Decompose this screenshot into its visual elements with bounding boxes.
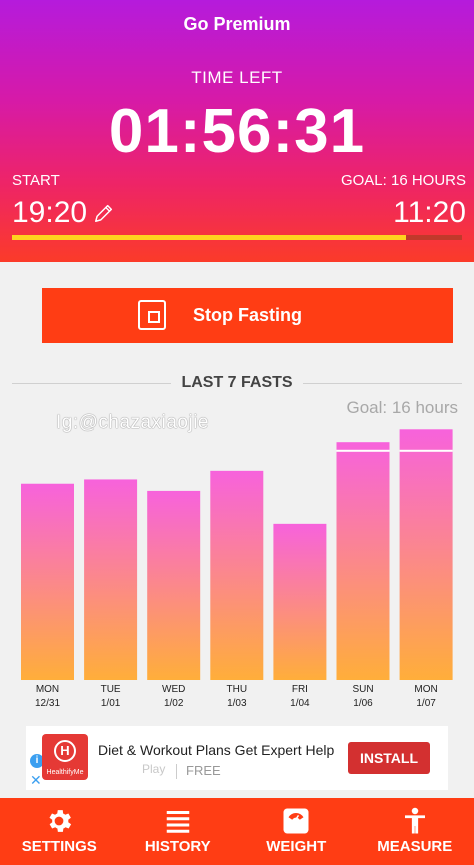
start-label: START — [12, 172, 60, 189]
last-fasts-header: LAST 7 FASTS — [12, 372, 462, 394]
start-time[interactable]: 19:20 — [12, 196, 115, 230]
install-button[interactable]: INSTALL — [348, 742, 430, 774]
start-time-value: 19:20 — [12, 196, 88, 229]
bar-day-label-4: FRI — [292, 684, 308, 695]
time-left-label: TIME LEFT — [191, 68, 283, 87]
nav-measure[interactable]: MEASURE — [356, 798, 474, 865]
bar-date-label-4: 1/04 — [290, 698, 310, 709]
fast-progress-bar — [12, 235, 462, 240]
bar-day-label-5: SUN — [352, 684, 373, 695]
logo-text: HealthifyMe — [46, 769, 84, 776]
nav-weight[interactable]: WEIGHT — [237, 798, 356, 865]
ad-separator — [176, 764, 177, 779]
watermark-text: Ig:@chazaxiaojie — [56, 412, 209, 433]
bar-day-label-3: THU — [227, 684, 248, 695]
bar-2 — [147, 490, 201, 680]
stop-fasting-button[interactable]: Stop Fasting — [42, 288, 453, 343]
bar-day-label-2: WED — [162, 684, 185, 695]
countdown-timer: 01:56:31 — [108, 97, 366, 166]
bar-date-label-6: 1/07 — [416, 698, 436, 709]
bar-5 — [336, 442, 390, 680]
divider — [302, 382, 462, 384]
goal-marker-5 — [336, 449, 390, 452]
stop-fasting-label: Stop Fasting — [193, 305, 302, 325]
ad-store-label: Play — [142, 762, 166, 776]
bar-date-label-0: 12/31 — [35, 698, 60, 709]
bar-day-label-0: MON — [36, 684, 59, 695]
pencil-icon[interactable] — [93, 202, 115, 224]
bar-date-label-3: 1/03 — [227, 698, 247, 709]
timer-header: Go Premium TIME LEFT 01:56:31 START GOAL… — [0, 0, 474, 262]
app-logo: H HealthifyMe — [42, 734, 88, 780]
close-icon[interactable]: ✕ — [30, 772, 42, 789]
bar-3 — [210, 470, 264, 680]
nav-measure-label: MEASURE — [377, 838, 453, 855]
logo-mark: H — [54, 740, 76, 762]
nav-history-label: HISTORY — [144, 838, 211, 855]
bar-1 — [84, 479, 138, 680]
list-icon — [166, 811, 189, 833]
bar-date-label-5: 1/06 — [353, 698, 373, 709]
ad-banner[interactable]: i ✕ H HealthifyMe Diet & Workout Plans G… — [26, 726, 448, 790]
bottom-nav: SETTINGS HISTORY WEIGHT MEASURE — [0, 798, 474, 865]
stop-square-icon — [138, 300, 166, 330]
bar-0 — [21, 483, 74, 680]
last-fasts-title: LAST 7 FASTS — [181, 374, 293, 391]
nav-history[interactable]: HISTORY — [119, 798, 238, 865]
bar-date-label-2: 1/02 — [164, 698, 184, 709]
bar-6 — [399, 429, 453, 680]
fasts-bar-chart: MON 12/31 TUE 1/01 WED 1/02 THU 1/03 FRI 1/04 SUN 1… — [21, 429, 453, 709]
scale-icon — [283, 808, 309, 834]
nav-settings-label: SETTINGS — [21, 838, 97, 855]
gear-icon — [49, 810, 72, 832]
end-time: 11:20 — [393, 196, 466, 229]
fast-progress-fill — [12, 235, 407, 240]
go-premium-link[interactable]: Go Premium — [0, 14, 474, 35]
goal-label: GOAL: 16 HOURS — [340, 172, 466, 189]
goal-marker-6 — [399, 449, 453, 452]
bar-day-label-6: MON — [414, 684, 437, 695]
nav-weight-label: WEIGHT — [266, 838, 327, 855]
ad-price: FREE — [186, 763, 221, 778]
nav-settings[interactable]: SETTINGS — [0, 798, 119, 865]
divider — [12, 382, 172, 384]
ad-headline: Diet & Workout Plans Get Expert Help — [98, 742, 335, 758]
bar-date-label-1: 1/01 — [101, 698, 121, 709]
bar-4 — [273, 523, 327, 680]
bar-day-label-1: TUE — [101, 684, 121, 695]
person-icon — [404, 807, 425, 834]
